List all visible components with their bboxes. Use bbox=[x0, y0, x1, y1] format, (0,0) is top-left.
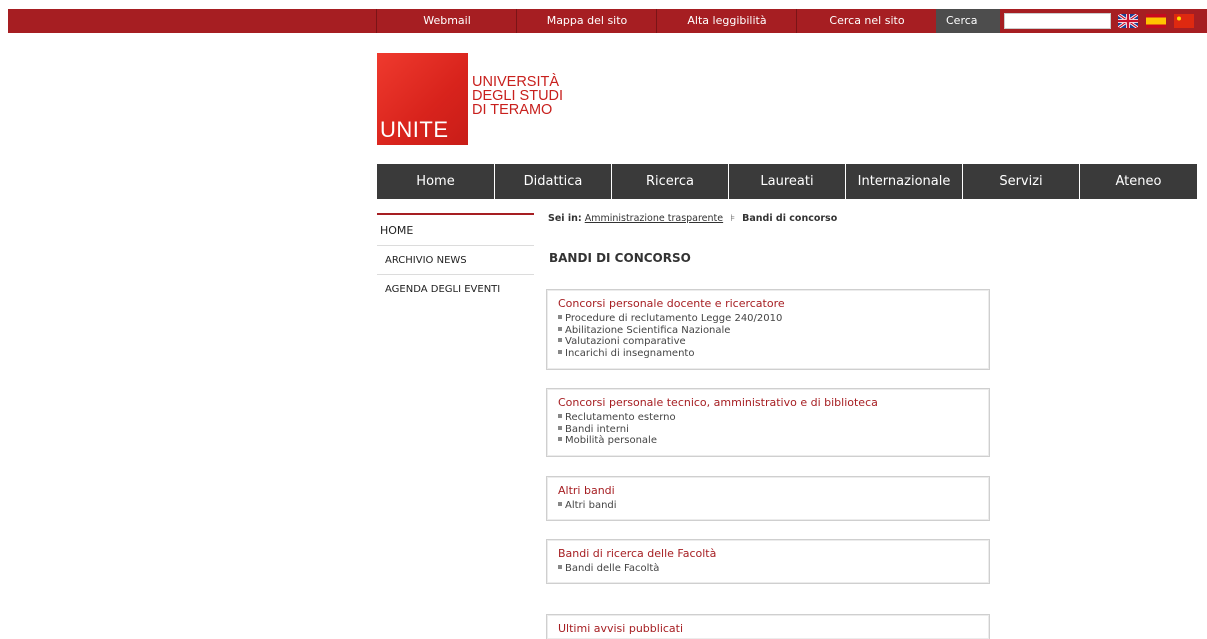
breadcrumb-separator-icon: ⊧ bbox=[730, 213, 736, 224]
box-title[interactable]: Bandi di ricerca delle Facoltà bbox=[558, 547, 989, 561]
high-readability-link[interactable]: Alta leggibilità bbox=[656, 9, 797, 33]
logo-line-3: DI TERAMO bbox=[472, 102, 553, 118]
box-title[interactable]: Concorsi personale docente e ricercatore bbox=[558, 297, 989, 311]
page-title: BANDI DI CONCORSO bbox=[549, 251, 691, 265]
sidebar-item-archivio-news[interactable]: ARCHIVIO NEWS bbox=[377, 246, 534, 275]
nav-servizi[interactable]: Servizi bbox=[963, 164, 1080, 199]
nav-internazionale[interactable]: Internazionale bbox=[846, 164, 963, 199]
box-tecnico-amministrativo: Concorsi personale tecnico, amministrati… bbox=[546, 388, 990, 457]
list-item[interactable]: Valutazioni comparative bbox=[558, 336, 989, 348]
search-input[interactable] bbox=[1004, 13, 1111, 29]
list-item[interactable]: Reclutamento esterno bbox=[558, 412, 989, 424]
site-map-link[interactable]: Mappa del sito bbox=[516, 9, 657, 33]
list-item[interactable]: Procedure di reclutamento Legge 240/2010 bbox=[558, 313, 989, 325]
nav-ricerca[interactable]: Ricerca bbox=[612, 164, 729, 199]
box-title[interactable]: Altri bandi bbox=[558, 484, 989, 498]
list-item[interactable]: Altri bandi bbox=[558, 500, 989, 512]
china-flag-icon[interactable] bbox=[1174, 14, 1194, 28]
uk-flag-icon[interactable] bbox=[1118, 14, 1138, 28]
box-title[interactable]: Concorsi personale tecnico, amministrati… bbox=[558, 396, 989, 410]
breadcrumb-current: Bandi di concorso bbox=[742, 213, 838, 224]
list-item[interactable]: Bandi delle Facoltà bbox=[558, 563, 989, 575]
sidebar-item-home[interactable]: HOME bbox=[377, 215, 534, 246]
box-ultimi-avvisi: Ultimi avvisi pubblicati bbox=[546, 614, 990, 639]
breadcrumb: Sei in: Amministrazione trasparente ⊧ Ba… bbox=[548, 213, 837, 224]
search-label: Cerca bbox=[936, 9, 1000, 33]
webmail-link[interactable]: Webmail bbox=[376, 9, 517, 33]
sidebar: HOME ARCHIVIO NEWS AGENDA DEGLI EVENTI bbox=[377, 213, 534, 304]
list-item[interactable]: Incarichi di insegnamento bbox=[558, 348, 989, 360]
box-title[interactable]: Ultimi avvisi pubblicati bbox=[558, 622, 989, 636]
breadcrumb-parent-link[interactable]: Amministrazione trasparente bbox=[585, 213, 723, 224]
list-item[interactable]: Abilitazione Scientifica Nazionale bbox=[558, 325, 989, 337]
nav-home[interactable]: Home bbox=[377, 164, 495, 199]
sidebar-item-agenda-eventi[interactable]: AGENDA DEGLI EVENTI bbox=[377, 275, 534, 304]
site-search-link[interactable]: Cerca nel sito bbox=[796, 9, 937, 33]
spain-flag-icon[interactable] bbox=[1146, 14, 1166, 28]
breadcrumb-label: Sei in: bbox=[548, 213, 582, 224]
box-altri-bandi: Altri bandi Altri bandi bbox=[546, 476, 990, 521]
logo-line-1: UNIVERSITÀ bbox=[472, 74, 560, 90]
list-item[interactable]: Bandi interni bbox=[558, 424, 989, 436]
main-navigation: Home Didattica Ricerca Laureati Internaz… bbox=[377, 164, 1197, 199]
nav-laureati[interactable]: Laureati bbox=[729, 164, 846, 199]
logo-line-2: DEGLI STUDI bbox=[472, 88, 564, 104]
box-bandi-ricerca: Bandi di ricerca delle Facoltà Bandi del… bbox=[546, 539, 990, 584]
list-item[interactable]: Mobilità personale bbox=[558, 435, 989, 447]
nav-ateneo[interactable]: Ateneo bbox=[1080, 164, 1197, 199]
logo-mark: UNITE bbox=[380, 117, 449, 142]
nav-didattica[interactable]: Didattica bbox=[495, 164, 612, 199]
box-docenti: Concorsi personale docente e ricercatore… bbox=[546, 289, 990, 370]
